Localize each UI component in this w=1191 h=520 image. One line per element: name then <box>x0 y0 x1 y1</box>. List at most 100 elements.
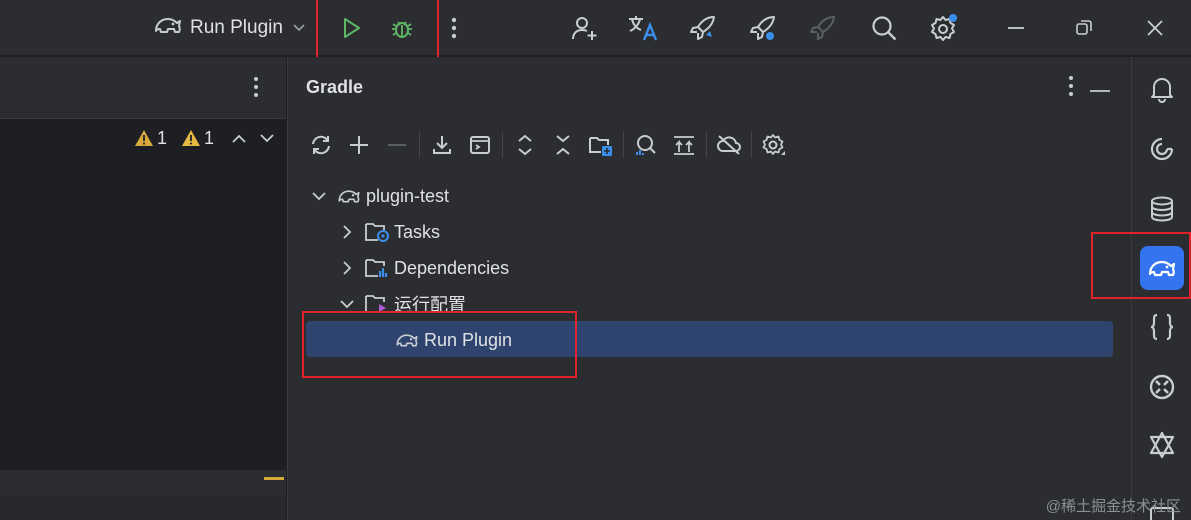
more-icon <box>1069 76 1073 96</box>
debug-button[interactable] <box>382 8 422 48</box>
previous-problem-button[interactable] <box>228 127 250 149</box>
run-config-label: Run Plugin <box>190 17 283 38</box>
tree-node-label: 运行配置 <box>394 295 466 315</box>
settings-icon <box>931 14 957 41</box>
analyze-dependencies-button[interactable] <box>627 127 665 163</box>
scroll-marker <box>264 477 284 480</box>
tool-window-title: Gradle <box>306 77 364 97</box>
more-actions-button[interactable] <box>434 8 474 48</box>
restore-icon <box>1076 20 1092 35</box>
debug-icon <box>392 21 412 38</box>
gradle-elephant-icon <box>336 184 362 208</box>
chevron-up-icon <box>232 134 246 143</box>
tree-node-run-plugin[interactable]: Run Plugin <box>394 322 512 358</box>
minimize-icon <box>1090 89 1110 92</box>
plugin-icon <box>1149 374 1175 400</box>
collapse-all-button[interactable] <box>544 127 582 163</box>
rocket-button[interactable] <box>683 8 723 48</box>
rocket-debug-icon <box>750 16 775 40</box>
plugin-button[interactable] <box>1140 365 1184 409</box>
tree-node-project[interactable]: plugin-test <box>308 178 449 214</box>
tree-node-tasks[interactable]: Tasks <box>336 214 440 250</box>
warning-icon <box>135 130 153 146</box>
toolbar-separator <box>623 132 624 158</box>
script-icon <box>470 136 490 154</box>
toolbar-separator <box>502 132 503 158</box>
chevron-down-icon[interactable] <box>308 185 330 207</box>
minimize-icon <box>1008 27 1024 29</box>
right-tool-strip <box>1131 57 1191 520</box>
toolbar-separator <box>706 132 707 158</box>
download-sources-button[interactable] <box>423 127 461 163</box>
tree-node-label: Tasks <box>394 221 441 242</box>
rocket-disabled-button[interactable] <box>803 8 843 48</box>
run-icon <box>344 18 360 38</box>
dependencies-folder-icon <box>364 256 390 280</box>
tree-node-label: Dependencies <box>394 257 510 278</box>
tree-node-run-configurations[interactable]: 运行配置 <box>336 286 466 322</box>
notifications-button[interactable] <box>1140 67 1184 111</box>
offline-mode-button[interactable] <box>710 127 748 163</box>
restore-button[interactable] <box>1064 8 1104 48</box>
chevron-down-icon[interactable] <box>336 293 358 315</box>
next-problem-button[interactable] <box>256 127 278 149</box>
gradle-settings-icon <box>762 134 785 155</box>
ai-tool-button[interactable] <box>1140 423 1184 467</box>
link-project-icon <box>589 137 612 156</box>
gradle-icon <box>1148 260 1176 277</box>
database-button[interactable] <box>1140 187 1184 231</box>
execute-task-button[interactable] <box>461 127 499 163</box>
hide-tool-window-button[interactable] <box>1089 80 1111 98</box>
analyze-icon <box>636 135 656 155</box>
chevron-down-icon <box>293 21 305 35</box>
gradle-toolbar <box>302 127 793 163</box>
offline-icon <box>717 135 741 155</box>
editor-pane: 1 1 <box>0 57 286 520</box>
chevron-right-icon[interactable] <box>336 221 358 243</box>
unlink-gradle-project-button[interactable] <box>378 127 416 163</box>
editor-tabs-menu[interactable] <box>246 75 266 104</box>
inspection-widget[interactable]: 1 1 <box>134 127 278 149</box>
tree-node-dependencies[interactable]: Dependencies <box>336 250 509 286</box>
ide-window: Run Plugin 1 1 Gradle plugin-test Tasks … <box>0 0 1191 520</box>
run-button[interactable] <box>331 8 371 48</box>
reload-all-button[interactable] <box>302 127 340 163</box>
editor-scroll-area <box>0 470 286 496</box>
search-button[interactable] <box>864 8 904 48</box>
weak-warning-icon <box>182 130 201 146</box>
close-icon <box>1147 20 1163 36</box>
ai-assistant-button[interactable] <box>1140 127 1184 171</box>
rocket-debug-button[interactable] <box>743 8 783 48</box>
tool-window-options-button[interactable] <box>1067 75 1075 102</box>
chevron-right-icon[interactable] <box>336 257 358 279</box>
minimize-button[interactable] <box>996 8 1036 48</box>
build-tool-settings-button[interactable] <box>755 127 793 163</box>
more-icon <box>451 17 457 39</box>
code-with-me-button[interactable] <box>565 8 605 48</box>
gradle-button[interactable] <box>1140 246 1184 290</box>
tree-node-label: Run Plugin <box>424 329 513 350</box>
editor-tab-bar <box>0 57 286 119</box>
toggle-offline-button[interactable] <box>665 127 703 163</box>
close-button[interactable] <box>1135 8 1175 48</box>
settings-button[interactable] <box>924 8 964 48</box>
warning-counter-2[interactable]: 1 <box>181 128 214 149</box>
link-gradle-project-button[interactable] <box>340 127 378 163</box>
gradle-elephant-icon <box>152 13 184 43</box>
chevron-down-icon <box>260 133 274 142</box>
search-icon <box>872 16 897 41</box>
tasks-folder-icon <box>364 220 390 244</box>
translate-button[interactable] <box>623 8 663 48</box>
group-modules-button[interactable] <box>582 127 620 163</box>
collapse-all-icon <box>556 135 570 155</box>
gradle-tool-window: Gradle plugin-test Tasks Dependencies 运行… <box>287 57 1131 520</box>
expand-all-button[interactable] <box>506 127 544 163</box>
align-icon <box>674 136 694 155</box>
remove-icon <box>388 144 406 146</box>
warning-count: 1 <box>157 127 168 148</box>
run-config-selector[interactable]: Run Plugin <box>152 12 305 44</box>
rocket-icon <box>690 16 715 40</box>
watermark: @稀土掘金技术社区 <box>1045 498 1181 515</box>
json-button[interactable] <box>1140 305 1184 349</box>
warning-counter-1[interactable]: 1 <box>134 128 167 149</box>
